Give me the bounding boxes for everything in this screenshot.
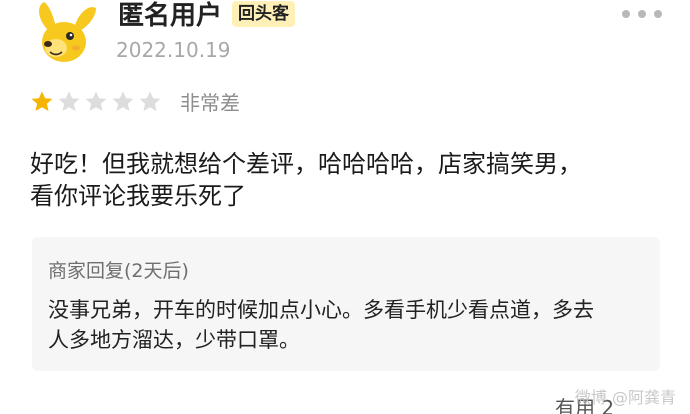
review-date: 2022.10.19 [116, 38, 231, 62]
star-filled-icon [30, 90, 54, 116]
review-text: 好吃！但我就想给个差评，哈哈哈哈，店家搞笑男， 看你评论我要乐死了 [30, 148, 670, 212]
star-empty-icon [57, 90, 81, 116]
review-text-line: 好吃！但我就想给个差评，哈哈哈哈，店家搞笑男， [30, 150, 582, 178]
star-empty-icon [138, 90, 162, 116]
merchant-reply-line: 没事兄弟，开车的时候加点小心。多看手机少看点道，多去 [48, 298, 594, 322]
merchant-reply-text: 没事兄弟，开车的时候加点小心。多看手机少看点道，多去 人多地方溜达，少带口罩。 [48, 295, 653, 355]
review-card: 匿名用户 回头客 2022.10.19 非常差 好吃！但我就想给个差评，哈哈哈哈… [0, 0, 690, 414]
merchant-reply: 商家回复(2天后) 没事兄弟，开车的时候加点小心。多看手机少看点道，多去 人多地… [32, 237, 660, 371]
rating-label: 非常差 [180, 91, 240, 115]
star-empty-icon [111, 90, 135, 116]
star-rating [30, 90, 162, 116]
merchant-reply-title: 商家回复(2天后) [48, 260, 189, 282]
merchant-reply-line: 人多地方溜达，少带口罩。 [48, 328, 300, 352]
more-dots-icon[interactable] [622, 8, 662, 20]
avatar[interactable] [30, 0, 100, 66]
username: 匿名用户 [118, 1, 223, 31]
star-empty-icon [84, 90, 108, 116]
watermark: 微博 @阿龚青 [574, 388, 676, 407]
review-text-line: 看你评论我要乐死了 [30, 182, 246, 210]
returning-customer-badge: 回头客 [232, 1, 295, 27]
